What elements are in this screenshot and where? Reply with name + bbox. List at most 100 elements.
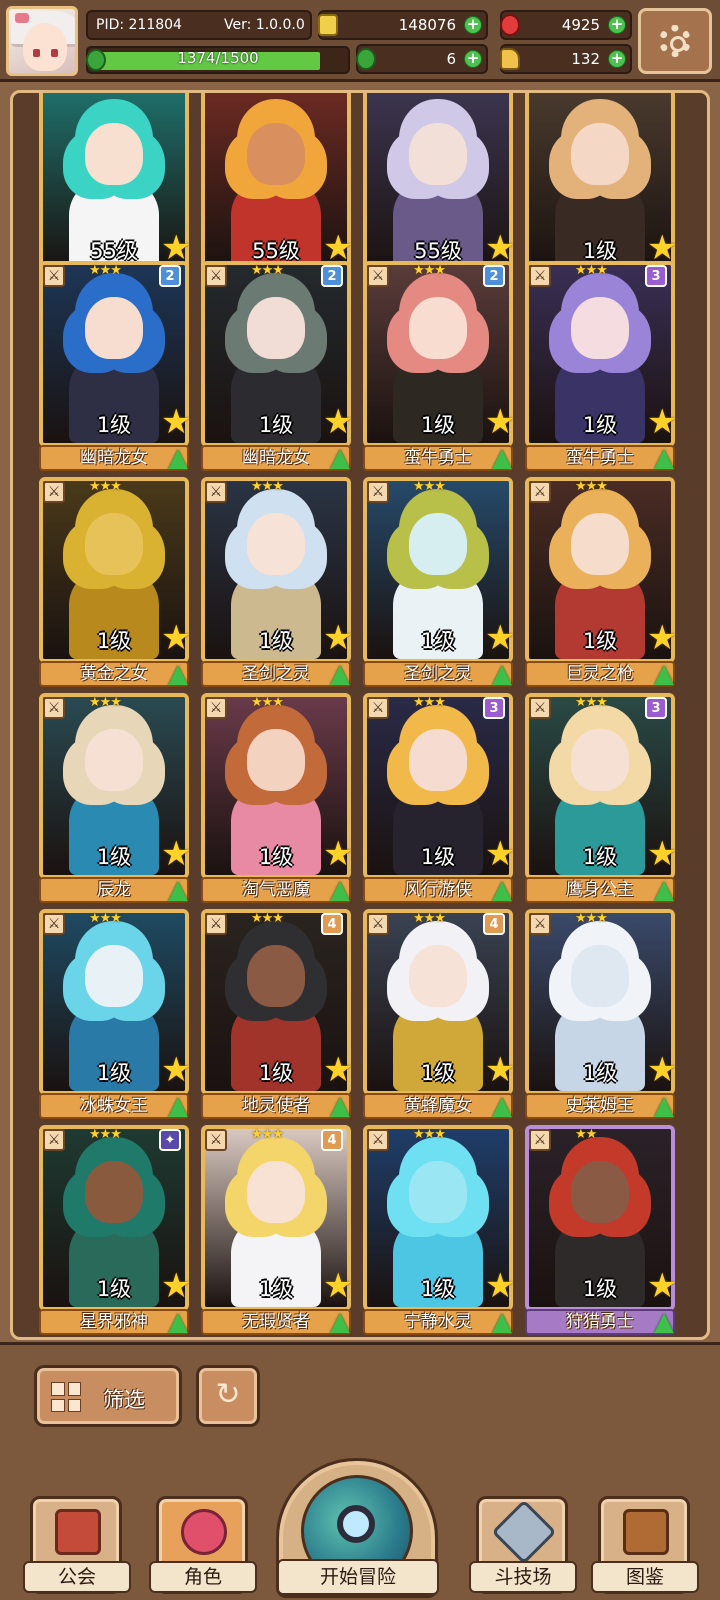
nav-character-label: 角色 — [149, 1561, 257, 1593]
character-card[interactable]: 1级 ⚔ ★★★ ★ 巨灵之枪 ▲ — [525, 477, 677, 689]
star-upgrade-icon[interactable]: ★ — [485, 405, 517, 439]
character-card[interactable]: 1级 ⚔ ★★★ ★ 辰龙 ▲ — [39, 693, 191, 905]
card-tier-badge: 2 — [483, 265, 505, 287]
nav-codex[interactable]: 图鉴 — [591, 1496, 699, 1594]
card-star-rank: ★★★ — [413, 911, 446, 926]
character-grid[interactable]: 55级★水晶菇娘▲55级★荒漠舞姬▲55级★军团统领▲1级★军团统领▲1级⚔★★… — [13, 93, 707, 1337]
nav-arena[interactable]: 斗技场 — [469, 1496, 577, 1594]
star-upgrade-icon[interactable]: ★ — [485, 1269, 517, 1303]
character-card[interactable]: 1级 ⚔ ★★★ ★ 黄金之女 ▲ — [39, 477, 191, 689]
character-card[interactable]: 1级 ⚔ ★★★ 2 ★ 幽暗龙女 ▲ — [39, 261, 191, 473]
crossed-swords-icon — [491, 1499, 557, 1565]
experience-bar: 1374/1500 — [86, 46, 350, 74]
character-grid-panel[interactable]: 55级★水晶菇娘▲55级★荒漠舞姬▲55级★军团统领▲1级★军团统领▲1级⚔★★… — [10, 90, 710, 1340]
portrait-head — [571, 123, 629, 185]
star-upgrade-icon[interactable]: ★ — [323, 1269, 355, 1303]
character-card[interactable]: 1级 ⚔ ★★★ ★ 史莱姆王 ▲ — [525, 909, 677, 1121]
weapon-type-icon: ⚔ — [205, 697, 227, 719]
evolve-tree-icon[interactable]: ▲ — [487, 875, 517, 905]
star-upgrade-icon[interactable]: ★ — [647, 1053, 679, 1087]
character-card[interactable]: 1级 ⚔ ★★★ ★ 冰蛛女王 ▲ — [39, 909, 191, 1121]
star-upgrade-icon[interactable]: ★ — [323, 621, 355, 655]
character-card[interactable]: 1级 ⚔ ★★★ 3 ★ 蛮牛勇士 ▲ — [525, 261, 677, 473]
character-card[interactable]: 1级 ⚔ ★★★ 3 ★ 风行游侠 ▲ — [363, 693, 515, 905]
clover-icon — [356, 48, 376, 70]
star-upgrade-icon[interactable]: ★ — [647, 621, 679, 655]
character-card[interactable]: 1级 ⚔ ★★★ 2 ★ 蛮牛勇士 ▲ — [363, 261, 515, 473]
add-gem-button[interactable]: + — [608, 16, 626, 34]
evolve-tree-icon[interactable]: ▲ — [487, 1091, 517, 1121]
evolve-tree-icon[interactable]: ▲ — [487, 1307, 517, 1337]
portrait-head — [409, 123, 467, 185]
character-card[interactable]: 1级 ⚔ ★★ ★ 狩猎勇士 ▲ — [525, 1125, 677, 1337]
add-gold-button[interactable]: + — [464, 16, 482, 34]
evolve-tree-icon[interactable]: ▲ — [325, 1307, 355, 1337]
star-upgrade-icon[interactable]: ★ — [161, 621, 193, 655]
add-clover-button[interactable]: + — [464, 50, 482, 68]
character-card[interactable]: 1级 ⚔ ★★★ 4 ★ 无瑕贤者 ▲ — [201, 1125, 353, 1337]
star-upgrade-icon[interactable]: ★ — [161, 1269, 193, 1303]
star-upgrade-icon[interactable]: ★ — [323, 405, 355, 439]
card-star-rank: ★★★ — [413, 479, 446, 494]
star-upgrade-icon[interactable]: ★ — [323, 837, 355, 871]
star-upgrade-icon[interactable]: ★ — [647, 1269, 679, 1303]
evolve-tree-icon[interactable]: ▲ — [649, 659, 679, 689]
star-upgrade-icon[interactable]: ★ — [647, 405, 679, 439]
character-card[interactable]: 1级 ⚔ ★★★ 2 ★ 幽暗龙女 ▲ — [201, 261, 353, 473]
star-upgrade-icon[interactable]: ★ — [485, 837, 517, 871]
settings-button[interactable] — [638, 8, 712, 74]
card-star-rank: ★★★ — [575, 479, 608, 494]
grid-filter-icon — [51, 1382, 81, 1412]
star-upgrade-icon[interactable]: ★ — [485, 1053, 517, 1087]
character-card[interactable]: 1级 ⚔ ★★★ ★ 圣剑之灵 ▲ — [201, 477, 353, 689]
star-upgrade-icon[interactable]: ★ — [323, 1053, 355, 1087]
star-upgrade-icon[interactable]: ★ — [161, 1053, 193, 1087]
filter-button[interactable]: 筛选 — [34, 1365, 182, 1427]
evolve-tree-icon[interactable]: ▲ — [649, 443, 679, 473]
character-card[interactable]: 1级 ⚔ ★★★ ★ 宁静水灵 ▲ — [363, 1125, 515, 1337]
evolve-tree-icon[interactable]: ▲ — [325, 1091, 355, 1121]
evolve-tree-icon[interactable]: ▲ — [649, 875, 679, 905]
evolve-tree-icon[interactable]: ▲ — [325, 659, 355, 689]
star-upgrade-icon[interactable]: ★ — [161, 837, 193, 871]
add-key-button[interactable]: + — [608, 50, 626, 68]
portrait-head — [247, 729, 305, 791]
evolve-tree-icon[interactable]: ▲ — [163, 1091, 193, 1121]
evolve-tree-icon[interactable]: ▲ — [163, 875, 193, 905]
weapon-type-icon: ⚔ — [529, 481, 551, 503]
character-card[interactable]: 1级 ⚔ ★★★ ✦ ★ 星界邪神 ▲ — [39, 1125, 191, 1337]
gold-counter: 148076 + — [318, 10, 488, 40]
character-card[interactable]: 1级 ⚔ ★★★ ★ 淘气恶魔 ▲ — [201, 693, 353, 905]
evolve-tree-icon[interactable]: ▲ — [649, 1091, 679, 1121]
evolve-tree-icon[interactable]: ▲ — [163, 443, 193, 473]
weapon-type-icon: ⚔ — [43, 697, 65, 719]
character-card[interactable]: 1级 ⚔ ★★★ 3 ★ 鹰身公主 ▲ — [525, 693, 677, 905]
avatar-eye — [33, 49, 40, 57]
evolve-tree-icon[interactable]: ▲ — [325, 443, 355, 473]
start-adventure-button[interactable]: 开始冒险 — [276, 1458, 439, 1598]
evolve-tree-icon[interactable]: ▲ — [163, 659, 193, 689]
weapon-type-icon: ⚔ — [529, 913, 551, 935]
player-avatar[interactable] — [6, 6, 78, 76]
evolve-tree-icon[interactable]: ▲ — [325, 875, 355, 905]
nav-character[interactable]: 角色 — [149, 1496, 257, 1594]
card-star-rank: ★★★ — [575, 263, 608, 278]
portrait-head — [571, 945, 629, 1007]
nav-guild[interactable]: 公会 — [23, 1496, 131, 1594]
avatar-face — [23, 23, 67, 71]
evolve-tree-icon[interactable]: ▲ — [649, 1307, 679, 1337]
character-card[interactable]: 1级 ⚔ ★★★ 4 ★ 黄蜂魔女 ▲ — [363, 909, 515, 1121]
card-tier-badge: 3 — [483, 697, 505, 719]
character-card[interactable]: 1级 ⚔ ★★★ ★ 圣剑之灵 ▲ — [363, 477, 515, 689]
star-upgrade-icon[interactable]: ★ — [485, 621, 517, 655]
evolve-tree-icon[interactable]: ▲ — [487, 659, 517, 689]
portrait-head — [85, 945, 143, 1007]
refresh-button[interactable]: ↻ — [196, 1365, 260, 1427]
star-upgrade-icon[interactable]: ★ — [161, 405, 193, 439]
evolve-tree-icon[interactable]: ▲ — [163, 1307, 193, 1337]
experience-text: 1374/1500 — [177, 49, 259, 67]
character-card[interactable]: 1级 ⚔ ★★★ 4 ★ 地灵使者 ▲ — [201, 909, 353, 1121]
evolve-tree-icon[interactable]: ▲ — [487, 443, 517, 473]
card-star-rank: ★★★ — [575, 911, 608, 926]
star-upgrade-icon[interactable]: ★ — [647, 837, 679, 871]
